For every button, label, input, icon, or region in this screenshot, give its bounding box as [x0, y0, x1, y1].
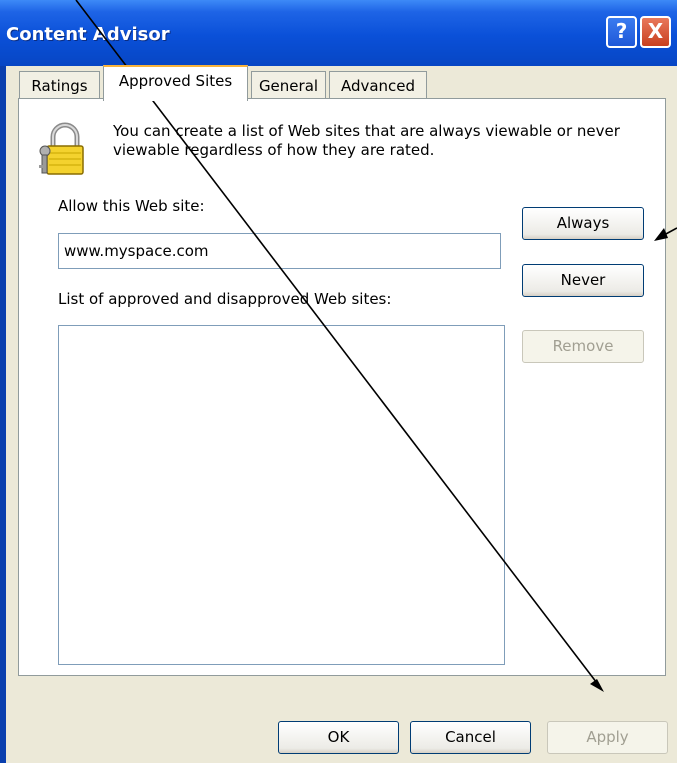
cancel-button[interactable]: Cancel — [410, 721, 531, 754]
never-button[interactable]: Never — [522, 264, 644, 297]
tab-approved-sites[interactable]: Approved Sites — [103, 65, 248, 101]
panel-description: You can create a list of Web sites that … — [113, 122, 620, 159]
content-advisor-window: Content Advisor ? X Ratings Approved Sit… — [0, 0, 677, 763]
tab-ratings[interactable]: Ratings — [19, 71, 100, 101]
site-list-label: List of approved and disapproved Web sit… — [58, 290, 392, 308]
remove-button[interactable]: Remove — [522, 330, 644, 363]
apply-button[interactable]: Apply — [547, 721, 668, 754]
site-list[interactable] — [58, 325, 505, 665]
tab-advanced[interactable]: Advanced — [329, 71, 427, 101]
allow-site-input[interactable]: www.myspace.com — [58, 233, 501, 269]
title-bar[interactable]: Content Advisor ? X — [0, 0, 677, 66]
allow-site-label: Allow this Web site: — [58, 197, 205, 215]
lock-keys-icon — [39, 122, 84, 175]
always-button[interactable]: Always — [522, 207, 644, 240]
close-button[interactable]: X — [640, 16, 671, 48]
window-title: Content Advisor — [6, 24, 170, 45]
ok-button[interactable]: OK — [278, 721, 399, 754]
help-button[interactable]: ? — [606, 16, 637, 48]
tab-general[interactable]: General — [251, 71, 326, 101]
